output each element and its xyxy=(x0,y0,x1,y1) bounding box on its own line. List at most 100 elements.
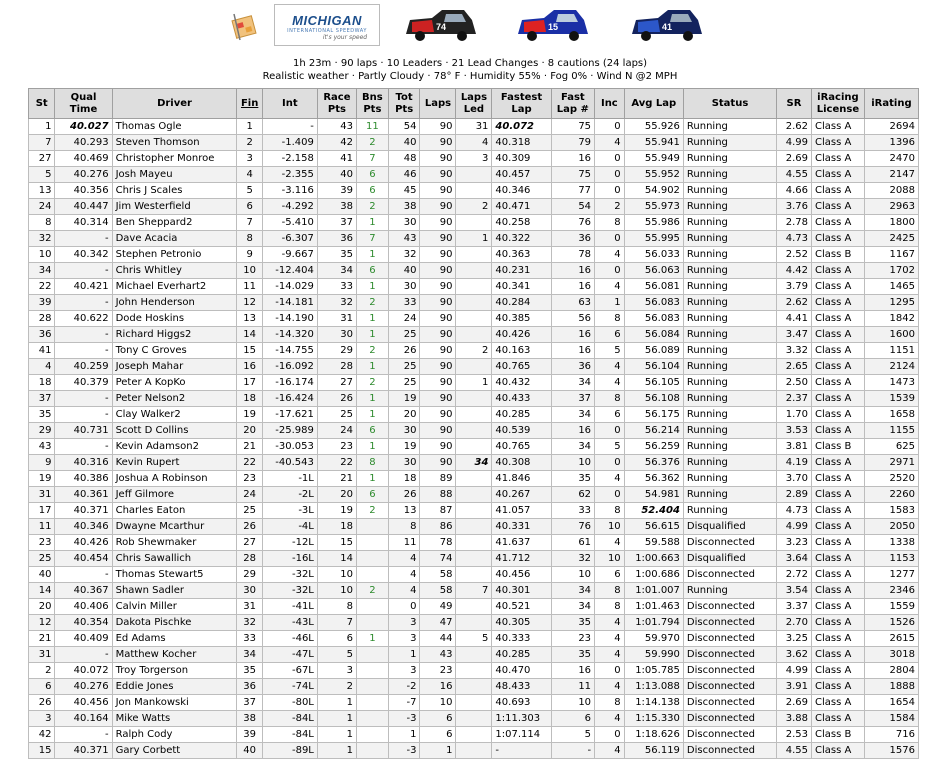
cell-irating: 1842 xyxy=(863,310,920,327)
cell-fin: 10 xyxy=(236,262,263,279)
cell-fin: 38 xyxy=(236,710,263,727)
cell-sr: 4.99 xyxy=(776,134,812,151)
cell-status: Running xyxy=(682,470,778,487)
cell-driver: Michael Everhart2 xyxy=(111,278,238,295)
cell-qual-time: - xyxy=(54,646,113,663)
cell-laps-led: 2 xyxy=(455,198,493,215)
cell-inc: 4 xyxy=(594,358,625,375)
cell-st: 1 xyxy=(27,118,56,135)
cell-inc: 8 xyxy=(594,310,625,327)
cell-tot-pts: 19 xyxy=(387,438,421,455)
cell-avg-lap: 55.949 xyxy=(623,150,684,167)
cell-laps-led xyxy=(455,262,493,279)
cell-laps-led xyxy=(455,278,493,295)
cell-irating: 2694 xyxy=(863,118,920,135)
cell-irating: 1151 xyxy=(863,342,920,359)
cell-inc: 8 xyxy=(594,214,625,231)
cell-avg-lap: 56.108 xyxy=(623,390,684,407)
col-header-fin[interactable]: Fin xyxy=(236,88,263,119)
cell-int: -14.181 xyxy=(261,294,318,311)
cell-fast-lap-num: 11 xyxy=(550,678,596,695)
cell-race-pts: 7 xyxy=(316,614,358,631)
cell-status: Disconnected xyxy=(682,678,778,695)
cell-fast-lap-num: 10 xyxy=(550,566,596,583)
cell-license: Class B xyxy=(810,246,865,263)
cell-race-pts: 22 xyxy=(316,454,358,471)
cell-int: -1L xyxy=(261,470,318,487)
cell-irating: 2050 xyxy=(863,518,920,535)
cell-laps: 6 xyxy=(419,710,457,727)
cell-int: -32L xyxy=(261,582,318,599)
cell-int: -3.116 xyxy=(261,182,318,199)
cell-tot-pts: 40 xyxy=(387,262,421,279)
cell-int: -25.989 xyxy=(261,422,318,439)
cell-qual-time: 40.371 xyxy=(54,502,113,519)
cell-int: -14.755 xyxy=(261,342,318,359)
cell-driver: Thomas Stewart5 xyxy=(111,566,238,583)
cell-irating: 2470 xyxy=(863,150,920,167)
cell-race-pts: 25 xyxy=(316,406,358,423)
cell-qual-time: 40.027 xyxy=(54,118,113,135)
cell-qual-time: - xyxy=(54,294,113,311)
cell-irating: 1153 xyxy=(863,550,920,567)
cell-laps-led xyxy=(455,598,493,615)
cell-laps: 89 xyxy=(419,470,457,487)
cell-fastest-lap: 40.267 xyxy=(491,486,552,503)
cell-inc: 4 xyxy=(594,470,625,487)
cell-driver: Richard Higgs2 xyxy=(111,326,238,343)
cell-fast-lap-num: 32 xyxy=(550,550,596,567)
cell-laps: 90 xyxy=(419,182,457,199)
cell-inc: 0 xyxy=(594,230,625,247)
cell-inc: 0 xyxy=(594,262,625,279)
table-row: 7 40.293 Steven Thomson 2 -1.409 42 2 40 90 4 40.3… xyxy=(27,134,920,151)
cell-laps: 44 xyxy=(419,630,457,647)
cell-laps: 86 xyxy=(419,518,457,535)
cell-laps-led: 31 xyxy=(455,118,493,135)
cell-driver: John Henderson xyxy=(111,294,238,311)
cell-license: Class A xyxy=(810,614,865,631)
cell-qual-time: 40.454 xyxy=(54,550,113,567)
cell-sr: 3.23 xyxy=(776,534,812,551)
cell-race-pts: 31 xyxy=(316,310,358,327)
cell-inc: 1 xyxy=(594,294,625,311)
cell-license: Class A xyxy=(810,710,865,727)
cell-inc: 0 xyxy=(594,118,625,135)
cell-inc: 5 xyxy=(594,438,625,455)
cell-irating: 2147 xyxy=(863,166,920,183)
cell-race-pts: 2 xyxy=(316,678,358,695)
cell-int: -16.174 xyxy=(261,374,318,391)
table-row: 25 40.454 Chris Sawallich 28 -16L 14 4 74 41.712… xyxy=(27,550,920,567)
cell-tot-pts: 19 xyxy=(387,390,421,407)
cell-bns-pts: 2 xyxy=(356,198,389,215)
cell-qual-time: 40.342 xyxy=(54,246,113,263)
cell-laps-led xyxy=(455,406,493,423)
cell-laps: 43 xyxy=(419,646,457,663)
cell-status: Running xyxy=(682,486,778,503)
cell-bns-pts: 1 xyxy=(356,310,389,327)
cell-int: -40.543 xyxy=(261,454,318,471)
cell-license: Class A xyxy=(810,582,865,599)
cell-avg-lap: 56.104 xyxy=(623,358,684,375)
table-row: 3 40.164 Mike Watts 38 -84L 1 -3 6 1:11.303 6 4 1:1… xyxy=(27,710,920,727)
cell-avg-lap: 56.615 xyxy=(623,518,684,535)
cell-driver: Jeff Gilmore xyxy=(111,486,238,503)
cell-inc: 0 xyxy=(594,182,625,199)
cell-avg-lap: 1:14.138 xyxy=(623,694,684,711)
cell-st: 31 xyxy=(27,646,56,663)
cell-laps: 90 xyxy=(419,326,457,343)
cell-race-pts: 26 xyxy=(316,390,358,407)
cell-irating: 2346 xyxy=(863,582,920,599)
cell-st: 43 xyxy=(27,438,56,455)
cell-laps-led xyxy=(455,678,493,695)
cell-fast-lap-num: 5 xyxy=(550,726,596,743)
cell-fastest-lap: 41.637 xyxy=(491,534,552,551)
cell-bns-pts xyxy=(356,694,389,711)
cell-license: Class A xyxy=(810,742,865,759)
cell-laps: 90 xyxy=(419,390,457,407)
cell-sr: 2.65 xyxy=(776,358,812,375)
cell-fast-lap-num: 79 xyxy=(550,134,596,151)
cell-license: Class A xyxy=(810,326,865,343)
cell-sr: 4.99 xyxy=(776,518,812,535)
cell-bns-pts: 11 xyxy=(356,118,389,135)
cell-tot-pts: 38 xyxy=(387,198,421,215)
